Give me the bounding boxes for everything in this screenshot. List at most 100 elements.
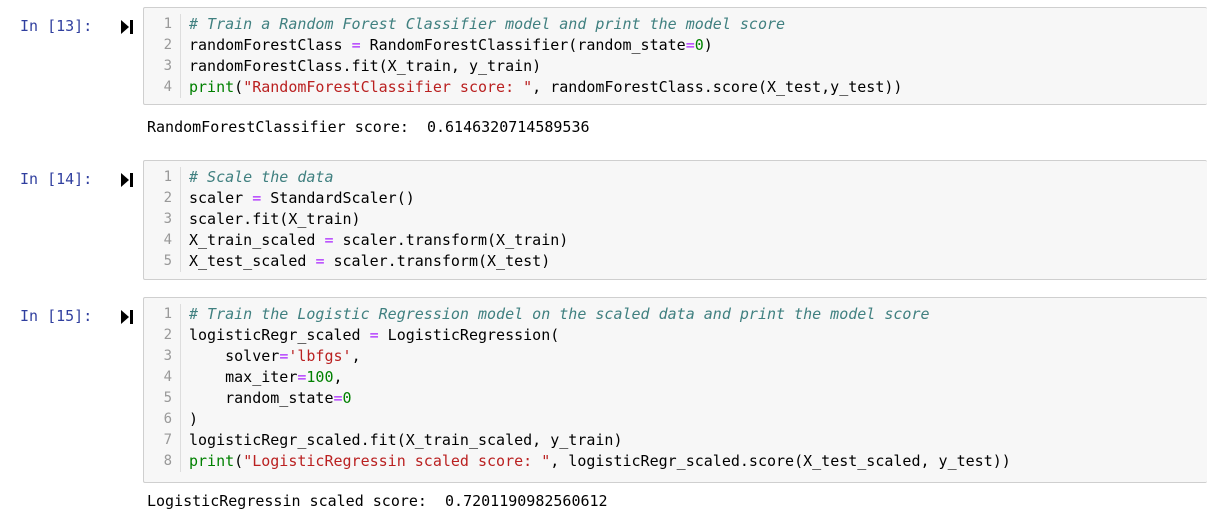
code-token: max_iter [189,368,298,386]
code-text: print("LogisticRegressin scaled score: "… [189,451,1011,472]
code-line: 3 solver='lbfgs', [144,346,1207,367]
code-line: 5 random_state=0 [144,388,1207,409]
code-line: 6) [144,409,1207,430]
line-number: 2 [163,190,172,206]
line-number: 1 [163,16,172,32]
run-cell-icon[interactable] [121,173,133,187]
code-line: 7 logisticRegr_scaled.fit(X_train_scaled,… [144,430,1207,451]
gutter-separator [180,325,181,346]
gutter-separator [180,230,181,251]
code-text: logisticRegr_scaled = LogisticRegression… [189,325,559,346]
line-number: 3 [163,211,172,227]
line-number: 4 [163,369,172,385]
code-token: X_train_scaled [189,231,325,249]
code-token: = [252,189,262,207]
code-text: randomForestClass = RandomForestClassifi… [189,35,713,56]
code-token: scaler.transform(X_train) [333,231,569,249]
code-lines: 1 # Train the Logistic Regression model o… [144,304,1207,472]
code-line: 1 # Scale the data [144,167,1207,188]
code-line: 4 X_train_scaled = scaler.transform(X_tra… [144,230,1207,251]
line-number: 3 [163,58,172,74]
code-token: LogisticRegression( [378,326,560,344]
code-token: , logisticRegr_scaled.score(X_test_scale… [550,452,1011,470]
code-token: = [324,231,334,249]
code-input-area[interactable]: 1 # Train the Logistic Regression model o… [143,297,1207,483]
code-line: 4 print("RandomForestClassifier score: ",… [144,77,1207,98]
code-token: # Scale the data [189,168,334,186]
code-token: 0 [694,36,704,54]
code-token: # Train the Logistic Regression model on… [189,305,930,323]
gutter-separator [180,430,181,451]
code-text: # Train the Logistic Regression model on… [189,304,930,325]
code-text: print("RandomForestClassifier score: ", … [189,77,902,98]
code-token: = [279,347,289,365]
run-cell-icon[interactable] [121,310,133,324]
code-text: logisticRegr_scaled.fit(X_train_scaled, … [189,430,622,451]
code-text: scaler.fit(X_train) [189,209,361,230]
code-text: # Scale the data [189,167,334,188]
line-number: 1 [163,306,172,322]
code-token: , randomForestClass.score(X_test,y_test)… [532,78,903,96]
line-number: 2 [163,37,172,53]
gutter-separator [180,251,181,272]
code-token: randomForestClass.fit(X_train, y_train) [189,57,542,75]
line-number: 7 [163,432,172,448]
code-token: # Train a Random Forest Classifier model… [189,15,786,33]
code-input-area[interactable]: 1 # Train a Random Forest Classifier mode… [143,7,1207,105]
code-token: ) [703,36,713,54]
gutter-separator [180,77,181,98]
code-token: scaler.fit(X_train) [189,210,361,228]
code-token: = [685,36,695,54]
code-token: = [351,36,361,54]
code-token: , [351,347,361,365]
code-token: = [333,389,343,407]
code-token: scaler.transform(X_test) [324,252,551,270]
cell-prompt: In [15]: [20,307,93,325]
code-line: 4 max_iter=100, [144,367,1207,388]
code-line: 2 randomForestClass = RandomForestClassif… [144,35,1207,56]
gutter-separator [180,35,181,56]
line-number: 5 [163,253,172,269]
code-token: ( [234,78,244,96]
code-token: scaler [189,189,253,207]
code-text: X_test_scaled = scaler.transform(X_test) [189,251,550,272]
code-line: 3 randomForestClass.fit(X_train, y_train) [144,56,1207,77]
gutter-separator [180,451,181,472]
code-token: "RandomForestClassifier score: " [243,78,533,96]
code-token: logisticRegr_scaled.fit(X_train_scaled, … [189,431,623,449]
cell-output: RandomForestClassifier score: 0.61463207… [147,118,590,136]
code-line: 1 # Train a Random Forest Classifier mode… [144,14,1207,35]
code-token: logisticRegr_scaled [189,326,370,344]
line-number: 4 [163,79,172,95]
code-token: 0 [342,389,352,407]
code-lines: 1 # Train a Random Forest Classifier mode… [144,14,1207,98]
code-token: 'lbfgs' [288,347,352,365]
cell-output: LogisticRegressin scaled score: 0.720119… [147,492,608,510]
code-token: ( [234,452,244,470]
code-line: 2 scaler = StandardScaler() [144,188,1207,209]
run-cell-icon[interactable] [121,20,133,34]
gutter-separator [180,56,181,77]
gutter-separator [180,209,181,230]
gutter-separator [180,367,181,388]
line-number: 2 [163,327,172,343]
line-number: 6 [163,411,172,427]
gutter-separator [180,188,181,209]
code-text: scaler = StandardScaler() [189,188,415,209]
code-input-area[interactable]: 1 # Scale the data 2 scaler = StandardScale… [143,160,1207,280]
code-text: # Train a Random Forest Classifier model… [189,14,785,35]
line-number: 1 [163,169,172,185]
gutter-separator [180,346,181,367]
code-text: randomForestClass.fit(X_train, y_train) [189,56,541,77]
code-text: X_train_scaled = scaler.transform(X_trai… [189,230,568,251]
code-text: solver='lbfgs', [189,346,361,367]
code-line: 8 print("LogisticRegressin scaled score: … [144,451,1207,472]
gutter-separator [180,304,181,325]
line-number: 4 [163,232,172,248]
gutter-separator [180,388,181,409]
code-token: , [333,368,343,386]
cell-prompt: In [14]: [20,170,93,188]
code-line: 1 # Train the Logistic Regression model o… [144,304,1207,325]
code-token: randomForestClass [189,36,352,54]
code-token: RandomForestClassifier(random_state [360,36,686,54]
